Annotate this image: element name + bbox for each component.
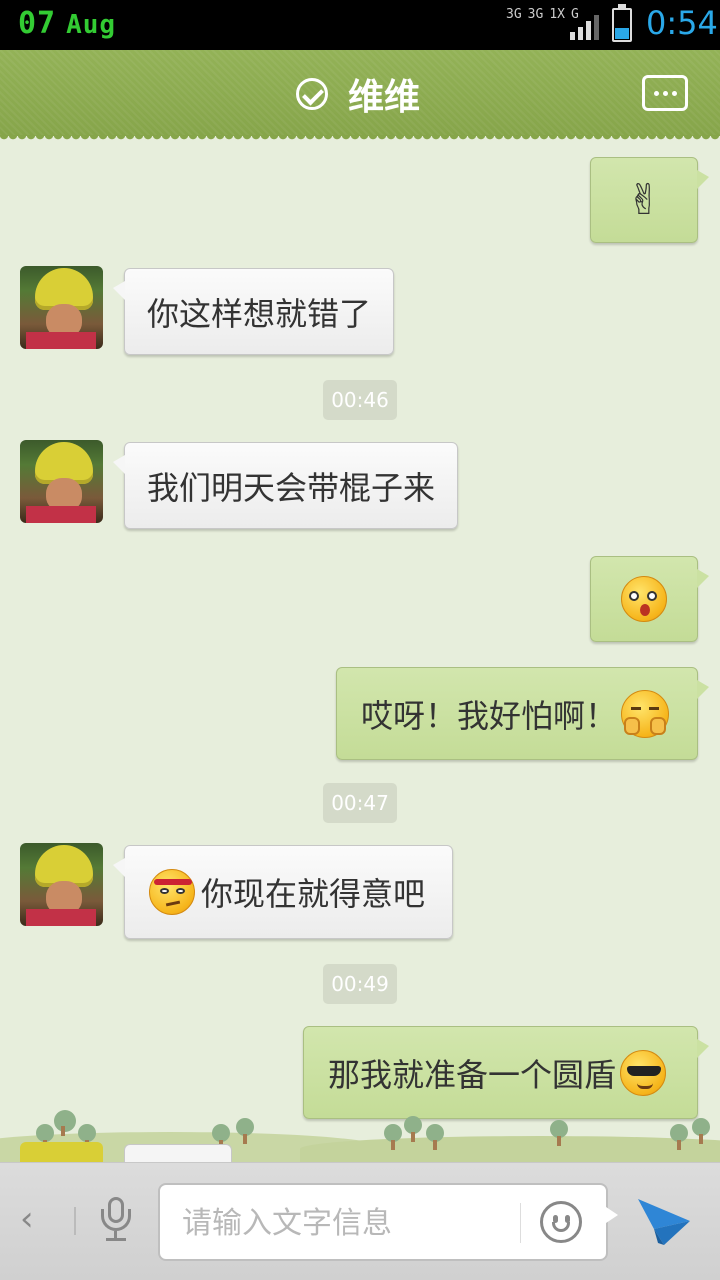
message-bubble-incoming[interactable]: 你现在就得意吧 [113,845,453,939]
message-text: 哎呀！我好怕啊！ [361,696,618,735]
timestamp-text: 00:49 [331,972,389,996]
message-bubble-incoming[interactable] [124,1144,232,1162]
chat-bubble-more-icon[interactable] [642,75,688,111]
timestamp-text: 00:46 [331,388,389,412]
timestamp: 00:46 [323,380,397,420]
timestamp: 00:47 [323,783,397,823]
message-text: 我们明天会带棍子来 [147,468,436,507]
input-bar: ‹ [0,1162,720,1280]
network-label: 3G [506,7,522,22]
background-landscape [0,1110,720,1162]
smiley-icon[interactable] [540,1201,582,1243]
chevron-left-icon[interactable]: ‹ [20,1202,52,1236]
status-month: Aug [66,10,117,40]
status-date: 07 Aug [18,6,116,41]
message-bubble-incoming[interactable]: 我们明天会带棍子来 [112,442,459,529]
message-input[interactable] [182,1199,512,1247]
microphone-icon[interactable] [98,1197,134,1245]
contact-avatar[interactable] [20,440,103,523]
signal-strength-icon [570,14,602,40]
contact-name: 维维 [348,77,421,118]
message-text: 那我就准备一个圆盾 [328,1055,617,1094]
annoyed-face-emoji-icon [149,869,195,915]
chat-header: 维维 [0,50,720,143]
paper-plane-icon[interactable] [636,1195,692,1247]
status-bar: 07 Aug 3G 3G 1X G 0:54 [0,0,720,50]
contact-avatar[interactable] [20,266,103,349]
shocked-face-emoji-icon [621,576,667,622]
message-bubble-incoming[interactable]: 你这样想就错了 [112,268,395,355]
message-bubble-outgoing[interactable]: ✌ [590,157,709,243]
battery-icon [612,4,632,42]
divider [74,1207,76,1235]
contact-avatar[interactable] [20,843,103,926]
message-bubble-outgoing[interactable] [590,556,709,642]
check-circle-icon [296,78,328,110]
network-label: 3G [527,7,544,22]
status-time: 0:54 [646,4,718,42]
cool-sunglasses-face-emoji-icon [620,1049,667,1096]
status-day: 07 [18,6,57,41]
victory-hand-emoji-icon: ✌ [626,175,662,224]
timestamp-text: 00:47 [331,791,389,815]
timestamp: 00:49 [323,964,397,1004]
message-text: 你现在就得意吧 [201,875,426,913]
scared-face-emoji-icon [621,689,670,738]
message-bubble-outgoing[interactable]: 那我就准备一个圆盾 [303,1026,709,1119]
divider [520,1203,521,1243]
message-bubble-outgoing[interactable]: 哎呀！我好怕啊！ [336,667,709,760]
contact-avatar[interactable] [20,1142,103,1162]
message-input-container [158,1183,618,1261]
network-label: 1X [549,7,565,22]
message-text: 你这样想就错了 [147,294,372,333]
